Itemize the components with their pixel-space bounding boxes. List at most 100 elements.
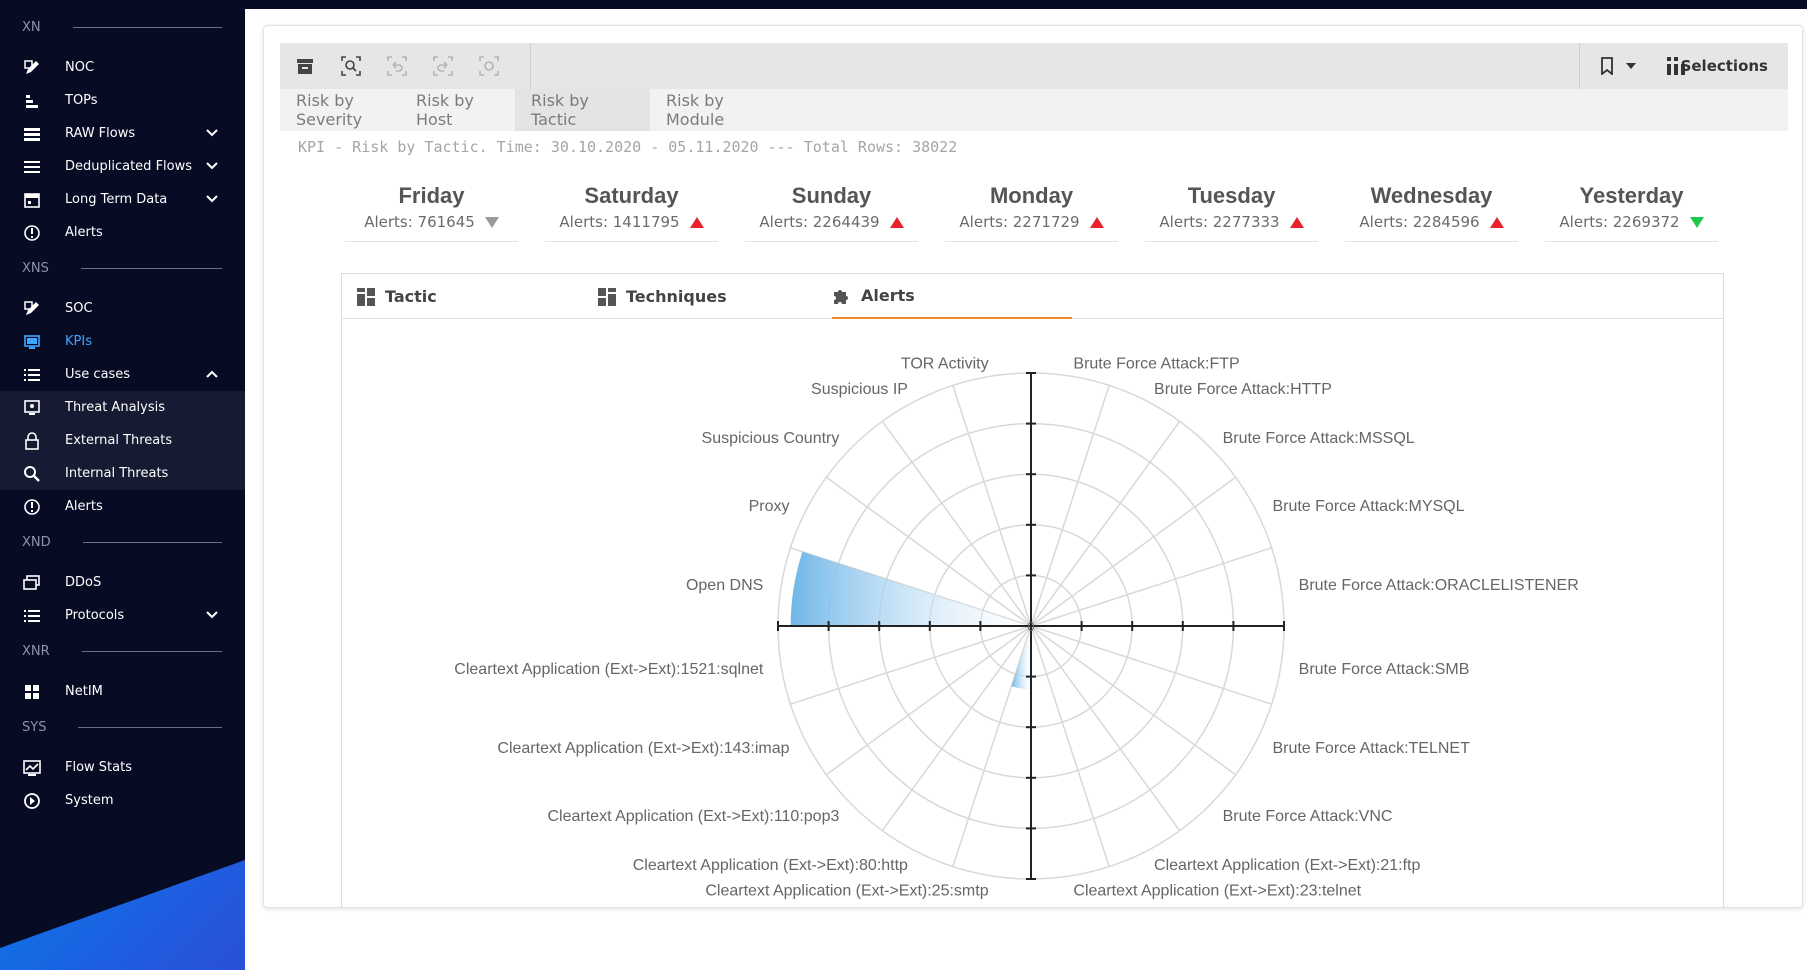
kpi-alerts: Alerts: 761645: [339, 213, 524, 231]
chevron-down-icon[interactable]: [206, 192, 218, 206]
radar-spoke: [790, 625, 1032, 705]
radar-slice: [1011, 626, 1031, 690]
alert-icon: [22, 497, 42, 517]
step-back-icon[interactable]: [382, 51, 412, 81]
trend-up-icon: [889, 216, 904, 228]
radar-category-label: Brute Force Attack:TELNET: [1272, 740, 1470, 757]
chart-icon: [22, 758, 42, 778]
kpi-alerts: Alerts: 2271729: [939, 213, 1124, 231]
section-divider: [72, 27, 222, 28]
sidebar-item-label: Deduplicated Flows: [65, 159, 193, 174]
kpi-alerts-value: Alerts: 1411795: [559, 213, 680, 231]
tab-risk-by-severity[interactable]: Risk by Severity: [280, 89, 400, 131]
kpi-day-name: Wednesday: [1370, 183, 1493, 208]
search-selection-icon[interactable]: [336, 51, 366, 81]
sidebar-item-alerts[interactable]: Alerts: [0, 490, 245, 523]
radar-category-label: Brute Force Attack:HTTP: [1154, 381, 1332, 398]
trend-up-icon: [689, 216, 704, 228]
kpi-underline: [945, 241, 1118, 242]
sidebar-item-label: SOC: [65, 301, 93, 316]
sidebar-item-label: DDoS: [65, 575, 102, 590]
section-divider: [82, 542, 222, 543]
kpi-alerts: Alerts: 2277333: [1139, 213, 1324, 231]
chevron-up-icon[interactable]: [206, 367, 218, 381]
sidebar-item-threat-analysis[interactable]: Threat Analysis: [0, 391, 245, 424]
radar-category-label: Brute Force Attack:MSSQL: [1223, 430, 1415, 447]
chevron-down-icon[interactable]: [1616, 51, 1646, 81]
section-header: XN: [22, 20, 222, 35]
sidebar-item-label: Flow Stats: [65, 760, 132, 775]
sidebar-item-long-term-data[interactable]: Long Term Data: [0, 183, 245, 216]
kpi-alerts: Alerts: 1411795: [539, 213, 724, 231]
tab-risk-by-module[interactable]: Risk by Module: [650, 89, 780, 131]
step-forward-icon[interactable]: [428, 51, 458, 81]
kpi-alerts-value: Alerts: 761645: [364, 213, 475, 231]
section-header: SYS: [22, 720, 222, 735]
section-divider: [80, 268, 222, 269]
radar-category-label: Brute Force Attack:VNC: [1223, 808, 1393, 825]
radar-category-label: TOR Activity: [901, 355, 989, 372]
clear-selections-icon[interactable]: [474, 51, 504, 81]
toolbar-divider: [530, 43, 531, 89]
radar-category-label: Cleartext Application (Ext->Ext):23:teln…: [1073, 883, 1361, 900]
kpi-day-name: Yesterday: [1579, 183, 1684, 208]
kpi-day-name: Friday: [398, 183, 465, 208]
sidebar-item-deduplicated-flows[interactable]: Deduplicated Flows: [0, 150, 245, 183]
sidebar-item-external-threats[interactable]: External Threats: [0, 424, 245, 457]
trend-up-icon: [1489, 216, 1504, 228]
sidebar-item-ddos[interactable]: DDoS: [0, 566, 245, 599]
chevron-down-icon[interactable]: [206, 126, 218, 140]
sidebar-item-alerts[interactable]: Alerts: [0, 216, 245, 249]
sidebar-decoration: [0, 860, 245, 970]
sidebar: XN NOC TOPs RAW Flows Deduplicated Flows Long…: [0, 0, 245, 970]
sidebar-item-label: Threat Analysis: [65, 400, 165, 415]
sidebar-item-label: External Threats: [65, 433, 173, 448]
radar-category-label: Brute Force Attack:SMB: [1299, 661, 1470, 678]
sidebar-item-label: NOC: [65, 60, 95, 75]
selections-button[interactable]: Selections: [1681, 57, 1768, 75]
sidebar-item-raw-flows[interactable]: RAW Flows: [0, 117, 245, 150]
chevron-down-icon[interactable]: [206, 608, 218, 622]
kpi-alerts-value: Alerts: 2277333: [1159, 213, 1280, 231]
chevron-down-icon[interactable]: [206, 159, 218, 173]
tab-risk-by-tactic[interactable]: Risk by Tactic: [515, 89, 650, 131]
radar-category-label: Cleartext Application (Ext->Ext):143:ima…: [497, 740, 789, 757]
radar-slice: [790, 551, 1031, 626]
radar-spoke: [1030, 625, 1237, 776]
sidebar-item-kpis[interactable]: KPIs: [0, 325, 245, 358]
trend-down-icon: [484, 216, 499, 228]
sidebar-item-noc[interactable]: NOC: [0, 51, 245, 84]
radar-category-label: Proxy: [749, 498, 790, 515]
sidebar-item-protocols[interactable]: Protocols: [0, 599, 245, 632]
radar-spoke: [1030, 625, 1272, 705]
sidebar-item-use-cases[interactable]: Use cases: [0, 358, 245, 391]
raw-flows-icon: [22, 124, 42, 144]
sidebar-item-flow-stats[interactable]: Flow Stats: [0, 751, 245, 784]
sidebar-item-soc[interactable]: SOC: [0, 292, 245, 325]
section-label: XND: [22, 535, 51, 550]
list-icon: [22, 606, 42, 626]
sidebar-item-tops[interactable]: TOPs: [0, 84, 245, 117]
section-label: XNS: [22, 261, 49, 276]
kpi-day: Monday Alerts: 2271729: [939, 183, 1124, 242]
kpi-alerts-value: Alerts: 2269372: [1559, 213, 1680, 231]
radar-spoke: [1030, 420, 1181, 627]
radar-chart: 0 Brute Force Attack:FTP Brute Force Attac…: [454, 355, 1578, 900]
section-label: XNR: [22, 644, 50, 659]
sidebar-item-internal-threats[interactable]: Internal Threats: [0, 457, 245, 490]
kpi-underline: [745, 241, 918, 242]
section-label: XN: [22, 20, 41, 35]
sidebar-item-label: NetIM: [65, 684, 103, 699]
sidebar-item-system[interactable]: System: [0, 784, 245, 817]
radar-category-label: Cleartext Application (Ext->Ext):110:pop…: [548, 808, 840, 825]
radar-spoke: [1030, 625, 1181, 832]
sidebar-item-label: TOPs: [65, 93, 98, 108]
archive-icon[interactable]: [290, 51, 320, 81]
monitor-icon: [22, 332, 42, 352]
search-icon: [22, 464, 42, 484]
sidebar-item-netim[interactable]: NetIM: [0, 675, 245, 708]
tab-risk-by-host[interactable]: Risk by Host: [400, 89, 515, 131]
ddos-icon: [22, 573, 42, 593]
kpi-underline: [1345, 241, 1518, 242]
system-icon: [22, 791, 42, 811]
